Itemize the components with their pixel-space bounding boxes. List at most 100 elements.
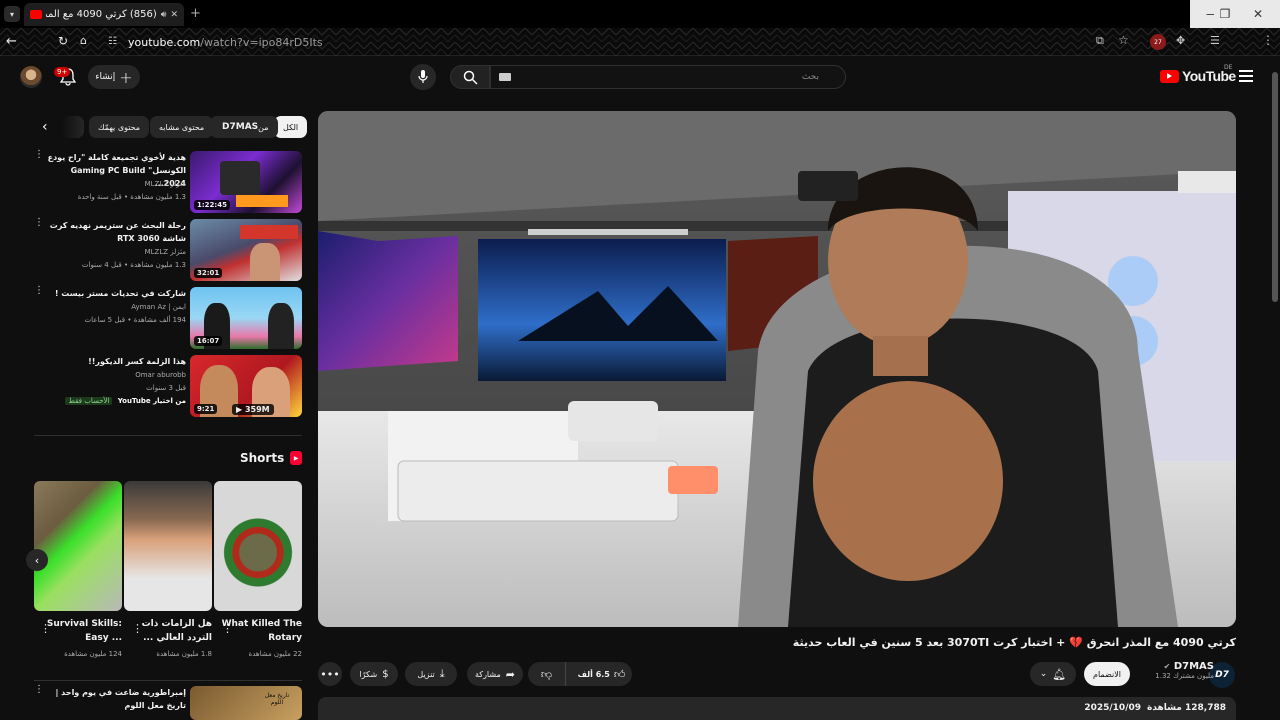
video-meta: قبل 3 سنوات [146, 384, 186, 392]
notification-bell-button[interactable]: ⌄ 🔔︎ [1030, 662, 1076, 686]
download-icon: ⤓ [439, 667, 445, 680]
new-tab-icon[interactable]: + [190, 6, 201, 21]
channel-name[interactable]: ✔︎ D7MAS [1155, 661, 1214, 672]
download-button[interactable]: تنزيل ⤓ [405, 662, 457, 686]
plus-icon: + [119, 67, 133, 87]
search-placeholder: بحث [801, 72, 819, 82]
video-title[interactable]: شاركت في تحديات مستر بيست ! [46, 287, 186, 300]
install-app-icon[interactable]: ⧉ [1096, 34, 1104, 48]
channel-name[interactable]: ايمن | Ayman Az [46, 303, 186, 311]
list-item[interactable]: تاريخ معل اللوم إمبراطورية ضاعت في يوم و… [34, 685, 302, 720]
youtube-logo[interactable]: YouTube DE [1160, 64, 1236, 84]
scrollbar-thumb[interactable] [1272, 72, 1278, 302]
more-actions-icon[interactable]: ⋮ [132, 622, 143, 635]
country-code: DE [1224, 64, 1233, 71]
maximize-button[interactable]: ❐ [1214, 0, 1236, 28]
scrollbar[interactable] [1270, 60, 1280, 720]
list-item[interactable]: 9:21 ▶ 359M هذا الزلمة كسر الديكور!! Oma… [34, 355, 302, 417]
description-box[interactable]: 128,788 مشاهدة 2025/10/09 [318, 697, 1236, 720]
site-info-icon[interactable]: ☷ [108, 36, 117, 47]
share-icon: ➦ [505, 667, 516, 681]
shorts-view-badge: ▶ 359M [232, 404, 274, 415]
more-actions-button[interactable]: ••• [318, 662, 342, 686]
bookmark-star-icon[interactable]: ☆ [1118, 33, 1129, 47]
view-count: 128,788 مشاهدة [1147, 703, 1226, 713]
hamburger-menu-icon[interactable] [1239, 70, 1253, 85]
list-item[interactable]: 32:01 رحلة البحث عن ستريمر نهديه كرت شاش… [34, 218, 302, 281]
video-thumbnail[interactable]: 16:07 [190, 287, 302, 349]
join-button[interactable]: الانضمام [1084, 662, 1130, 686]
dislike-button[interactable]: 👎︎ [528, 662, 566, 686]
channel-name[interactable]: Omar aburobb [46, 371, 186, 379]
avatar[interactable] [20, 66, 42, 88]
shorts-title: Shorts [240, 451, 285, 465]
channel-name[interactable]: مثزلز MLZLZ [46, 248, 186, 256]
puzzle-icon[interactable]: ✥ [1176, 34, 1185, 47]
close-window-button[interactable]: ✕ [1236, 0, 1280, 28]
chip-similar[interactable]: محتوى مشابه [150, 116, 214, 138]
more-actions-icon[interactable]: ⋮ [222, 622, 233, 635]
chip-overflow[interactable] [62, 116, 84, 138]
chip-from-channel[interactable]: من D7MAS [210, 116, 278, 138]
thanks-icon: $ [382, 668, 389, 680]
share-label: مشاركة [474, 669, 501, 679]
more-actions-icon[interactable]: ⋮ [34, 286, 44, 296]
url-field[interactable]: youtube.com/watch?v=ipo84rD5Its [128, 32, 1108, 52]
curated-tag-text: الأحساب فقط [68, 397, 110, 405]
short-thumbnail[interactable] [124, 481, 212, 611]
share-button[interactable]: مشاركة ➦ [467, 662, 523, 686]
chevron-left-icon[interactable]: ‹ [42, 119, 48, 135]
create-button[interactable]: إنشاء + [88, 65, 140, 89]
more-actions-icon[interactable]: ⋮ [34, 150, 44, 160]
download-label: تنزيل [417, 669, 435, 679]
duration-badge: 16:07 [194, 336, 223, 346]
video-player[interactable] [318, 111, 1236, 627]
short-thumbnail[interactable] [34, 481, 122, 611]
back-icon[interactable]: ← [6, 34, 17, 49]
video-thumbnail[interactable]: 32:01 [190, 219, 302, 281]
video-title[interactable]: رحلة البحث عن ستريمر نهديه كرت شاشة RTX … [46, 219, 186, 245]
tab-title: (856) كرتي 4090 مع المذر ا... [46, 9, 157, 20]
audio-playing-icon[interactable]: 🔊︎ [161, 10, 167, 20]
subscriber-count: 1.32 مليون مشترك [1155, 672, 1214, 680]
close-tab-icon[interactable]: ✕ [170, 10, 178, 20]
channel-name[interactable]: مثزلز MLZLZ [46, 180, 186, 188]
voice-search-button[interactable] [410, 64, 436, 90]
video-thumbnail[interactable]: 1:22:45 [190, 151, 302, 213]
video-title: كرتي 4090 مع المذر انحرق 💔 + اختبار كرت … [792, 636, 1236, 649]
shorts-heading: Shorts ▶ [240, 451, 303, 465]
duration-badge: 32:01 [194, 268, 223, 278]
short-thumbnail[interactable] [214, 481, 302, 611]
url-path: /watch?v=ipo84rD5Its [200, 35, 323, 49]
search-input[interactable]: بحث [490, 65, 846, 89]
reading-list-icon[interactable]: ☰ [1210, 34, 1220, 47]
video-title[interactable]: إمبراطورية ضاعت في يوم واحد | تاريخ معل … [46, 686, 186, 712]
chip-all[interactable]: الكل [274, 116, 308, 138]
list-item[interactable]: 1:22:45 هدية لأخوي تجميعة كاملة "راح يود… [34, 150, 302, 213]
tab-list-icon[interactable]: ▾ [4, 6, 20, 22]
chevron-down-icon: ⌄ [1039, 669, 1048, 679]
channel-info[interactable]: ✔︎ D7MAS 1.32 مليون مشترك [1155, 661, 1214, 680]
search-button[interactable] [450, 65, 490, 89]
keyboard-icon[interactable] [499, 73, 511, 81]
like-button[interactable]: 6.5 ألف 👍︎ [571, 662, 632, 686]
more-actions-icon[interactable]: ⋮ [34, 218, 44, 228]
more-actions-icon[interactable]: ⋮ [34, 685, 44, 695]
video-title[interactable]: هذا الزلمة كسر الديكور!! [46, 355, 186, 368]
browser-tab[interactable]: (856) كرتي 4090 مع المذر ا... 🔊︎ ✕ [24, 3, 184, 26]
chip-recommended[interactable]: محتوى يهمّك [89, 116, 150, 138]
more-actions-icon[interactable]: ⋮ [40, 622, 51, 635]
video-meta: 1.3 مليون مشاهدة • قبل سنة واحدة [77, 193, 186, 201]
reload-icon[interactable]: ↻ [58, 34, 68, 48]
chip-from-channel-name: D7MAS [222, 122, 259, 132]
shorts-prev-button[interactable]: ‹ [26, 549, 48, 571]
microphone-icon [418, 70, 428, 83]
browser-menu-icon[interactable]: ⋮ [1262, 33, 1274, 47]
thanks-button[interactable]: شكرًا $ [350, 662, 398, 686]
overlay-views: 359M [244, 405, 270, 414]
list-item[interactable]: 16:07 شاركت في تحديات مستر بيست ! ايمن |… [34, 286, 302, 349]
extension-icon[interactable]: 27 [1150, 34, 1166, 50]
home-icon[interactable]: ⌂ [80, 34, 87, 47]
video-thumbnail[interactable]: 9:21 ▶ 359M [190, 355, 302, 417]
video-thumbnail[interactable]: تاريخ معل اللوم [190, 686, 302, 720]
